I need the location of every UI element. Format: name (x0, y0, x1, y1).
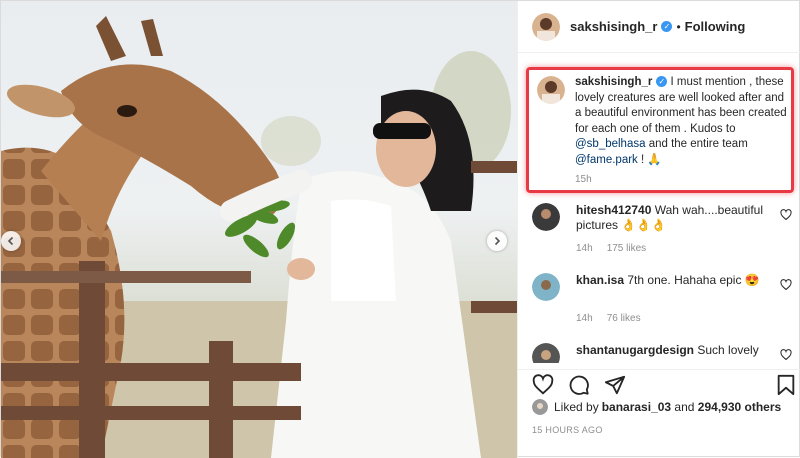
verified-badge-icon: ✓ (661, 21, 673, 32)
next-photo-button[interactable] (487, 231, 507, 251)
liker-username[interactable]: banarasi_03 (602, 400, 671, 414)
comment-item: khan.isa 7th one. Hahaha epic 😍 14h 76 li… (532, 273, 792, 333)
comment-body: 7th one. Hahaha epic 😍 (627, 273, 760, 287)
caption-text: sakshisingh_r ✓ I must mention , these lo… (575, 75, 789, 168)
comments-list[interactable]: sakshisingh_r ✓ I must mention , these lo… (518, 53, 800, 363)
chevron-left-icon (7, 236, 14, 246)
commenter-avatar[interactable] (532, 273, 560, 301)
likes-summary: Liked by banarasi_03 and 294,930 others (532, 399, 781, 415)
comment-text: hitesh412740 Wah wah....beautiful pictur… (576, 203, 766, 233)
caption-time: 15h (575, 174, 592, 185)
post-timestamp: 15 HOURS AGO (532, 425, 603, 435)
comment-likes[interactable]: 76 likes (607, 313, 641, 324)
verified-badge-icon: ✓ (656, 76, 668, 87)
post-photo[interactable] (1, 1, 517, 458)
comment-icon[interactable] (568, 374, 590, 396)
caption-highlight-box: sakshisingh_r ✓ I must mention , these lo… (526, 67, 794, 193)
comment-item: hitesh412740 Wah wah....beautiful pictur… (532, 203, 792, 263)
commenter-username[interactable]: hitesh412740 (576, 203, 651, 217)
following-button[interactable]: Following (685, 19, 746, 34)
author-avatar[interactable] (532, 12, 560, 41)
comment-likes[interactable]: 175 likes (607, 243, 646, 254)
commenter-username[interactable]: khan.isa (576, 273, 624, 287)
post-actions-bar (518, 369, 800, 400)
liker-avatar[interactable] (532, 399, 548, 415)
caption-body-3: ! 🙏 (637, 153, 662, 166)
comment-text: shantanugargdesign Such lovely (576, 343, 766, 358)
comment-body: Such lovely (697, 343, 759, 357)
giraffe-feeding-scene (1, 16, 517, 458)
caption-username[interactable]: sakshisingh_r (575, 76, 652, 88)
likes-count[interactable]: 294,930 others (698, 400, 781, 414)
separator-dot: • (676, 19, 681, 34)
comment-text: khan.isa 7th one. Hahaha epic 😍 (576, 273, 766, 288)
heart-icon[interactable] (780, 209, 792, 221)
caption-author-avatar[interactable] (537, 76, 565, 104)
heart-icon[interactable] (780, 279, 792, 291)
author-username[interactable]: sakshisingh_r (570, 19, 657, 34)
mention-link[interactable]: @fame.park (575, 154, 638, 166)
commenter-avatar[interactable] (532, 203, 560, 231)
bookmark-icon[interactable] (776, 374, 796, 396)
comment-time: 14h (576, 243, 593, 254)
likes-prefix: Liked by (554, 400, 599, 414)
commenter-avatar[interactable] (532, 343, 560, 363)
comment-time: 14h (576, 313, 593, 324)
caption-body-2: and the entire team (645, 138, 748, 150)
post-header: sakshisingh_r ✓ • Following (518, 1, 800, 53)
instagram-post-window: sakshisingh_r ✓ • Following sakshisingh_… (0, 0, 800, 458)
comment-item: shantanugargdesign Such lovely (532, 343, 792, 363)
likes-middle: and (671, 400, 698, 414)
share-icon[interactable] (604, 374, 626, 396)
chevron-right-icon (494, 236, 501, 246)
comment-meta: 14h 175 likes (576, 243, 660, 254)
previous-photo-button[interactable] (1, 231, 21, 251)
heart-icon[interactable] (532, 374, 554, 396)
mention-link[interactable]: @sb_belhasa (575, 138, 646, 150)
post-details-panel: sakshisingh_r ✓ • Following sakshisingh_… (517, 1, 800, 458)
heart-icon[interactable] (780, 349, 792, 361)
commenter-username[interactable]: shantanugargdesign (576, 343, 694, 357)
comment-meta: 14h 76 likes (576, 313, 655, 324)
